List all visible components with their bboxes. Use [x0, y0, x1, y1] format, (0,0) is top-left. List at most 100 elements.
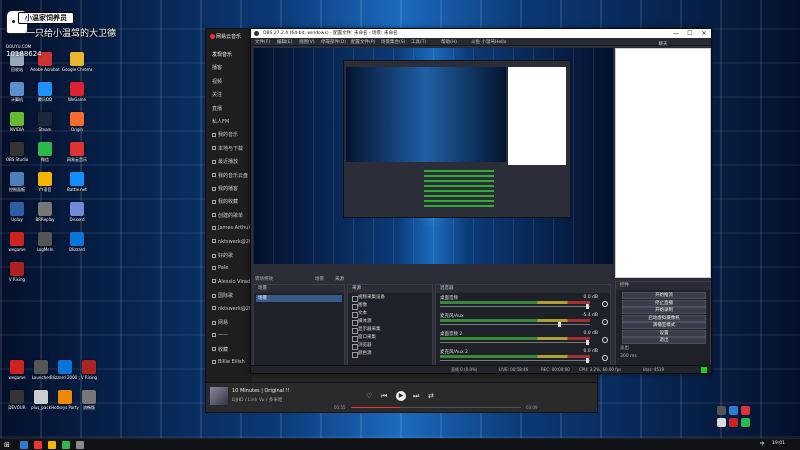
music-sidebar-item[interactable]: 最近播放	[212, 158, 238, 165]
control-button[interactable]: 停止直播	[622, 299, 706, 307]
speaker-icon[interactable]	[602, 319, 608, 325]
music-sidebar-item[interactable]: 我的音乐	[212, 131, 238, 138]
start-button[interactable]: ⊞	[4, 441, 10, 449]
music-sidebar-item[interactable]: James Arthur	[212, 225, 251, 231]
speaker-icon[interactable]	[602, 355, 608, 361]
desktop-icon[interactable]: 网易云音乐	[62, 142, 92, 162]
music-sidebar-item[interactable]: 我的收藏	[212, 198, 238, 205]
source-item[interactable]: 窗口采集	[350, 335, 432, 342]
source-item[interactable]: 显示器采集	[350, 327, 432, 334]
tray-app-icon[interactable]	[729, 406, 738, 415]
obs-menu-item[interactable]: 文件(F)	[255, 39, 270, 45]
desktop-icon[interactable]: 微信	[30, 142, 60, 162]
desktop-icon[interactable]: Origin	[62, 112, 92, 132]
obs-menu-item[interactable]: 视图(V)	[299, 39, 315, 45]
tray-hidden-icon[interactable]	[717, 418, 726, 427]
desktop-icon[interactable]: NVIDIA	[2, 112, 32, 132]
volume-fader[interactable]	[440, 306, 590, 307]
desktop-icon[interactable]: Steam	[30, 112, 60, 132]
progress-bar[interactable]	[351, 407, 521, 408]
source-item[interactable]: 媒体源	[350, 319, 432, 326]
control-button[interactable]: 启动虚拟摄像机	[622, 314, 706, 322]
music-sidebar-item[interactable]: 我的音乐云盘	[212, 172, 248, 179]
close-button[interactable]: ✕	[697, 29, 711, 38]
obs-menu-item[interactable]: 编辑(E)	[277, 39, 292, 45]
desktop-icon[interactable]: Blizzard	[62, 232, 92, 252]
desktop-icon[interactable]: 控制面板	[2, 172, 32, 192]
desktop-icon[interactable]: 腾讯QQ	[30, 82, 60, 102]
source-item[interactable]: 颜色源	[350, 351, 432, 358]
obs-titlebar[interactable]: OBS 27.2.4 (64-bit, windows) - 配置文件: 未命名…	[251, 29, 711, 38]
volume-fader[interactable]	[440, 324, 590, 325]
obs-preview[interactable]	[253, 48, 613, 264]
volume-fader-handle[interactable]	[586, 358, 589, 363]
music-sidebar-item[interactable]: 网易	[212, 319, 228, 326]
volume-fader-handle[interactable]	[558, 322, 561, 327]
ime-indicator[interactable]: 中	[760, 441, 765, 447]
next-track-button[interactable]: ⏭	[413, 392, 419, 401]
music-sidebar-item[interactable]: Pale	[212, 265, 228, 271]
maximize-button[interactable]: ☐	[683, 29, 697, 38]
desktop-icon[interactable]: OBS Studio	[2, 142, 32, 162]
taskbar-app-icon[interactable]	[20, 441, 28, 449]
obs-menu-item[interactable]: 停靠部件(D)	[321, 39, 346, 45]
music-sidebar-item[interactable]: 发现音乐	[212, 51, 232, 58]
desktop-icon[interactable]: Battle.net	[62, 172, 92, 192]
source-item[interactable]: 文本	[350, 311, 432, 318]
desktop-icon[interactable]: V Rising	[74, 360, 104, 380]
taskbar-app-icon[interactable]	[62, 441, 70, 449]
desktop-icon[interactable]: Uplay	[2, 202, 32, 222]
source-item[interactable]: 视频采集设备	[350, 295, 432, 302]
obs-menu-item[interactable]: 场景集合(S)	[381, 39, 405, 45]
play-button[interactable]: ▶	[396, 391, 406, 401]
taskbar-app-icon[interactable]	[34, 441, 42, 449]
desktop-icon[interactable]: YY语音	[30, 172, 60, 192]
music-sidebar-item[interactable]: 关注	[212, 91, 222, 98]
desktop-icon[interactable]: Google Chrome	[62, 52, 92, 72]
music-sidebar-item[interactable]: 我的播客	[212, 185, 238, 192]
obs-menu-item[interactable]: 帮助(H)	[441, 39, 457, 45]
desktop-icon[interactable]: Discord	[62, 202, 92, 222]
music-sidebar-item[interactable]: 收藏	[212, 346, 228, 353]
volume-fader-handle[interactable]	[586, 304, 589, 309]
speaker-icon[interactable]	[602, 337, 608, 343]
obs-menu-item[interactable]: 配置文件(P)	[351, 39, 375, 45]
music-sidebar-item[interactable]: 创建的歌单	[212, 212, 243, 219]
desktop-icon[interactable]: wegame	[2, 232, 32, 252]
desktop-icon[interactable]: V Rising	[2, 262, 32, 282]
music-sidebar-item[interactable]: 国际歌	[212, 292, 233, 299]
control-button[interactable]: 开始录制	[622, 307, 706, 314]
desktop-icon[interactable]: 计算机	[2, 82, 32, 102]
source-item[interactable]: 浏览器	[350, 343, 432, 350]
duration-field[interactable]: 300 ms	[620, 354, 637, 359]
volume-fader[interactable]	[440, 342, 590, 343]
music-sidebar-item[interactable]: 好的歌	[212, 252, 233, 259]
music-sidebar-item[interactable]: 直播	[212, 105, 222, 112]
music-sidebar-item[interactable]: 播客	[212, 64, 222, 71]
clock[interactable]: 19:01	[772, 441, 785, 446]
desktop-icon[interactable]: 流畅版	[74, 390, 104, 410]
music-sidebar-item[interactable]: Billie Eilish	[212, 359, 245, 365]
taskbar-app-icon[interactable]	[76, 441, 84, 449]
control-button[interactable]: 设置	[622, 329, 706, 337]
music-sidebar-item[interactable]: ——	[212, 332, 228, 338]
taskbar-app-icon[interactable]	[48, 441, 56, 449]
tray-wechat-icon[interactable]	[741, 418, 750, 427]
volume-fader[interactable]	[440, 360, 590, 361]
chat-dock[interactable]: 聊天	[615, 42, 711, 278]
album-art[interactable]	[210, 387, 228, 405]
obs-menu-item[interactable]: 斗鱼 小温驾Hello	[471, 39, 506, 45]
volume-fader-handle[interactable]	[586, 340, 589, 345]
desktop-icon[interactable]: WeGame	[62, 82, 92, 102]
play-mode-icon[interactable]: ⇄	[428, 392, 434, 400]
control-button[interactable]: 演播室模式	[622, 322, 706, 329]
track-artist[interactable]: DJHD / Linh Vu / 多米哈	[232, 397, 282, 403]
minimize-button[interactable]: —	[669, 29, 683, 38]
control-button[interactable]: 开始推流	[622, 292, 706, 299]
tray-wegame-icon[interactable]	[729, 418, 738, 427]
music-sidebar-item[interactable]: 本地与下载	[212, 145, 243, 152]
obs-menu-item[interactable]: 工具(T)	[411, 39, 426, 45]
speaker-icon[interactable]	[602, 301, 608, 307]
music-sidebar-item[interactable]: 视频	[212, 78, 222, 85]
tray-popup-icon[interactable]	[717, 406, 726, 415]
